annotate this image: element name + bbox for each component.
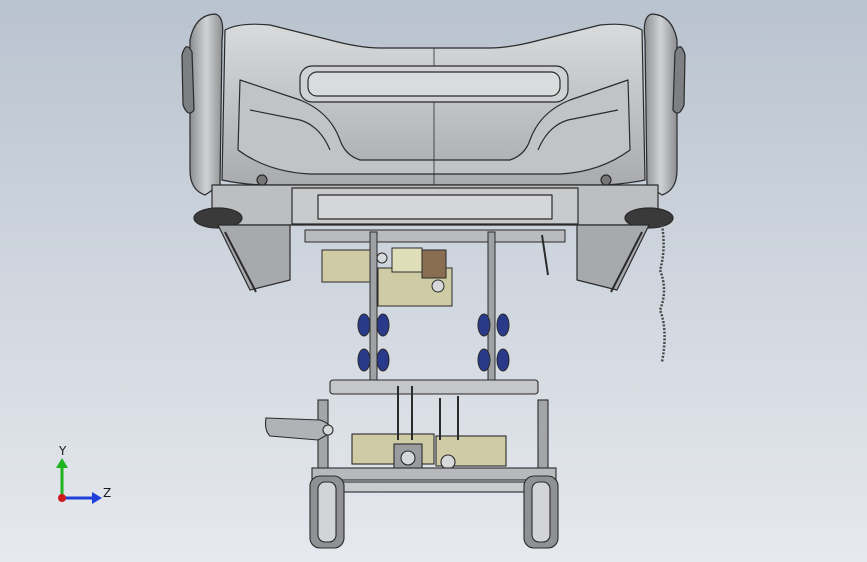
chassis-rail <box>311 467 557 481</box>
motor-gearbox <box>421 249 447 279</box>
chassis-lower-rail <box>339 481 527 493</box>
upper-crossbar <box>304 229 566 243</box>
lower-post-right <box>537 399 549 471</box>
frame-bolt-left <box>256 174 268 186</box>
motor-upper-cap <box>391 247 423 273</box>
bed-frame-nameplate <box>317 194 553 220</box>
motor-upper-left[interactable] <box>321 249 371 283</box>
roller-left-upper-a <box>357 313 371 337</box>
roller-right-upper-b <box>496 313 510 337</box>
frame-bolt-right <box>600 174 612 186</box>
side-rail-right[interactable] <box>643 13 678 196</box>
lower-crossbar-top <box>329 379 539 395</box>
triad-y-label: Y <box>58 444 67 458</box>
cad-viewport[interactable]: Y Z <box>0 0 867 562</box>
lift-column-left <box>369 231 378 393</box>
roller-right-lower-a <box>477 348 491 372</box>
motor-lower-knob-b <box>440 454 456 470</box>
side-rail-knob-right <box>672 46 686 114</box>
lift-column-right <box>487 231 496 393</box>
triad-x-origin <box>58 494 66 502</box>
roller-left-upper-b <box>376 313 390 337</box>
motor-gear-knob <box>431 279 445 293</box>
pedal-pivot <box>322 424 334 436</box>
side-rail-knob-left <box>181 46 195 114</box>
roller-left-lower-b <box>376 348 390 372</box>
motor-lower-knob-a <box>400 450 416 466</box>
motor-upper-bolt <box>376 252 388 264</box>
brake-pedal[interactable] <box>264 417 333 441</box>
roller-right-upper-a <box>477 313 491 337</box>
headboard-display-inner <box>307 71 561 97</box>
side-rail-left[interactable] <box>189 13 224 196</box>
roller-left-lower-a <box>357 348 371 372</box>
roller-right-lower-b <box>496 348 510 372</box>
bed-model-scene[interactable]: Y Z <box>0 0 867 562</box>
triad-z-label: Z <box>103 486 111 500</box>
caster-right-hub <box>531 481 551 543</box>
caster-left-hub <box>317 481 337 543</box>
